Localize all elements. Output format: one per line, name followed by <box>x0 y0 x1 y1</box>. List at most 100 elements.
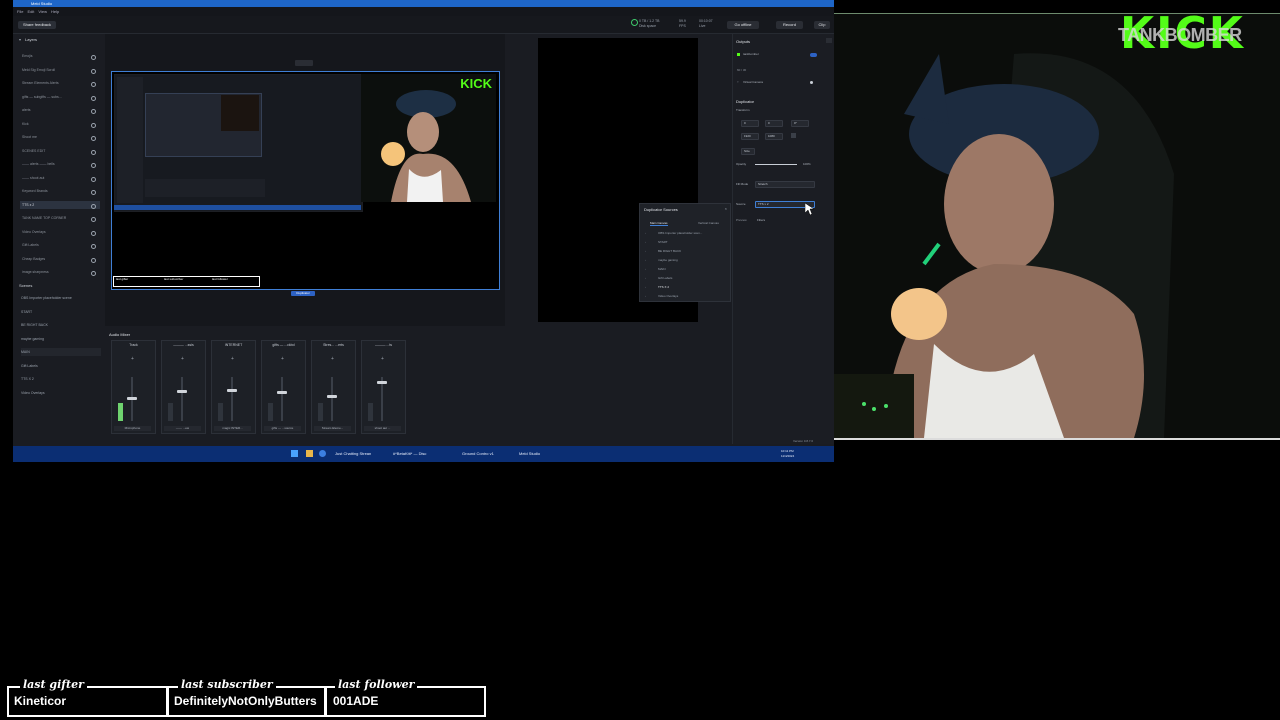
menu-help[interactable]: Help <box>51 7 59 16</box>
add-filter-icon[interactable]: + <box>331 357 334 362</box>
layer-item[interactable]: alerts <box>20 106 100 114</box>
channel-source[interactable]: magic INTER... <box>214 426 251 431</box>
go-offline-button[interactable]: Go offline <box>727 21 759 29</box>
close-icon[interactable]: × <box>725 206 727 211</box>
visibility-icon[interactable] <box>91 68 96 74</box>
layer-item[interactable]: Shoot me <box>20 133 100 141</box>
record-button[interactable]: Record <box>776 21 803 29</box>
scene-item[interactable]: maybe gaming <box>21 335 101 343</box>
layer-item[interactable]: Stream Elements Alerts <box>20 79 100 87</box>
layer-item[interactable]: TTS x 2 <box>20 200 100 209</box>
layer-item[interactable]: Video Overlays <box>20 228 100 236</box>
duplicator-tag[interactable]: Duplicator <box>291 291 315 296</box>
visibility-icon[interactable] <box>91 271 96 276</box>
clip-button[interactable]: Clip <box>814 21 830 29</box>
visibility-icon[interactable] <box>91 217 96 222</box>
channel-source[interactable]: Stream Eleme... <box>314 426 351 431</box>
outputs-settings-icon[interactable] <box>826 38 832 43</box>
layer-item[interactable]: SCENES EDIT <box>20 147 100 155</box>
layer-item[interactable]: Keyword Brands <box>20 187 100 195</box>
add-filter-icon[interactable]: + <box>231 357 234 362</box>
visibility-icon[interactable] <box>91 163 96 168</box>
dup-source-item[interactable]: OBS Importer placeholder scen... <box>658 231 702 236</box>
share-feedback-button[interactable]: Share feedback <box>18 21 56 29</box>
dup-source-item[interactable]: START <box>658 240 668 245</box>
visibility-icon[interactable] <box>91 109 96 114</box>
browser-icon[interactable] <box>319 450 326 457</box>
layer-item[interactable]: Emojis <box>20 52 100 60</box>
layer-item[interactable]: Gift Labels <box>20 241 100 249</box>
visibility-icon[interactable] <box>91 230 96 236</box>
visibility-icon[interactable] <box>91 190 96 195</box>
volume-track[interactable] <box>281 377 283 421</box>
tab-main-canvas[interactable]: Main Canvas <box>650 221 668 226</box>
position-y-field[interactable]: 0 <box>765 120 783 127</box>
dup-source-item[interactable]: maybe gaming <box>658 258 678 263</box>
visibility-icon[interactable] <box>91 149 96 155</box>
add-filter-icon[interactable]: + <box>381 357 384 362</box>
scene-item[interactable]: TTS X 2 <box>21 375 101 383</box>
volume-track[interactable] <box>331 377 333 421</box>
visibility-icon[interactable] <box>91 95 96 101</box>
volume-fader[interactable] <box>177 390 187 394</box>
layer-item[interactable]: Meld Sig Emoji Scroll <box>20 66 100 74</box>
scene-item[interactable]: Gift Labels <box>21 362 101 370</box>
menu-file[interactable]: File <box>17 7 23 16</box>
volume-fader[interactable] <box>227 389 237 393</box>
tab-vertical-canvas[interactable]: Vertical Canvas <box>698 221 719 225</box>
scene-item[interactable]: Video Overlays <box>21 389 101 397</box>
channel-source[interactable]: shoot aut ... <box>364 426 401 431</box>
menu-edit[interactable]: Edit <box>27 7 34 16</box>
height-field[interactable]: 1080 <box>765 133 783 140</box>
layer-item[interactable]: image.sharpness <box>20 268 100 276</box>
layer-item[interactable]: Kick <box>20 120 100 128</box>
volume-fader[interactable] <box>377 381 387 385</box>
layers-collapse-icon[interactable]: ▾ <box>19 37 21 42</box>
visibility-icon[interactable] <box>91 257 96 263</box>
volume-fader[interactable] <box>327 394 337 398</box>
menu-view[interactable]: View <box>38 7 47 16</box>
dup-source-item[interactable]: MAIN <box>658 267 666 272</box>
taskbar-item-ground-control[interactable]: Ground Contro v1 <box>462 446 494 462</box>
window-titlebar[interactable]: Meld Studio <box>13 0 834 7</box>
layer-item[interactable]: Cheap Badges <box>20 255 100 263</box>
volume-fader[interactable] <box>127 396 137 400</box>
fill-mode-select[interactable]: Stretch <box>755 181 815 188</box>
taskbar-item-chatting[interactable]: Just Chatting Strean <box>335 446 371 462</box>
canvas-toolbar[interactable] <box>295 60 313 66</box>
add-filter-icon[interactable]: + <box>131 357 134 362</box>
layer-item[interactable]: gifts — subgifts — subs... <box>20 93 100 101</box>
channel-source[interactable]: gifts — ...source <box>264 426 301 431</box>
output-toggle[interactable] <box>810 53 817 57</box>
add-filter-icon[interactable]: + <box>281 357 284 362</box>
layer-item[interactable]: —— shoot aut <box>20 174 100 182</box>
visibility-icon[interactable] <box>91 55 96 60</box>
width-field[interactable]: 1920 <box>741 133 759 140</box>
add-filter-icon[interactable]: + <box>181 357 184 362</box>
scene-item[interactable]: START <box>21 308 101 316</box>
opacity-slider[interactable] <box>755 164 797 165</box>
windows-start-icon[interactable] <box>291 450 298 457</box>
visibility-icon[interactable] <box>91 136 96 141</box>
position-x-field[interactable]: 0 <box>741 120 759 127</box>
volume-track[interactable] <box>231 377 233 421</box>
taskbar-item-discord[interactable]: #*BetaKitt* — Disc <box>393 446 426 462</box>
dup-source-item[interactable]: TTS X 2 <box>658 285 669 290</box>
layer-item[interactable]: —— alerts —— bells <box>20 160 100 168</box>
dup-source-item[interactable]: BE RIGHT BACK <box>658 249 681 254</box>
volume-fader[interactable] <box>277 391 287 395</box>
taskbar-item-meld[interactable]: Meld Studio <box>519 446 540 462</box>
scene-item[interactable]: MAIN <box>21 348 101 356</box>
scene-item[interactable]: OBS Importer placeholder scene <box>21 294 101 302</box>
dup-source-item[interactable]: Video Overlays <box>658 294 678 299</box>
file-explorer-icon[interactable] <box>306 450 313 457</box>
layer-item[interactable]: TANK NAME TOP CORNER <box>20 214 100 222</box>
visibility-icon[interactable] <box>91 176 96 182</box>
rotation-field[interactable]: 0° <box>791 120 809 127</box>
visibility-icon[interactable] <box>91 203 96 209</box>
volume-track[interactable] <box>181 377 183 421</box>
link-icon[interactable] <box>791 133 796 138</box>
scene-item[interactable]: BE RIGHT BACK <box>21 321 101 329</box>
channel-source[interactable]: Microphone <box>114 426 151 431</box>
dup-source-item[interactable]: Gift Labels <box>658 276 672 281</box>
